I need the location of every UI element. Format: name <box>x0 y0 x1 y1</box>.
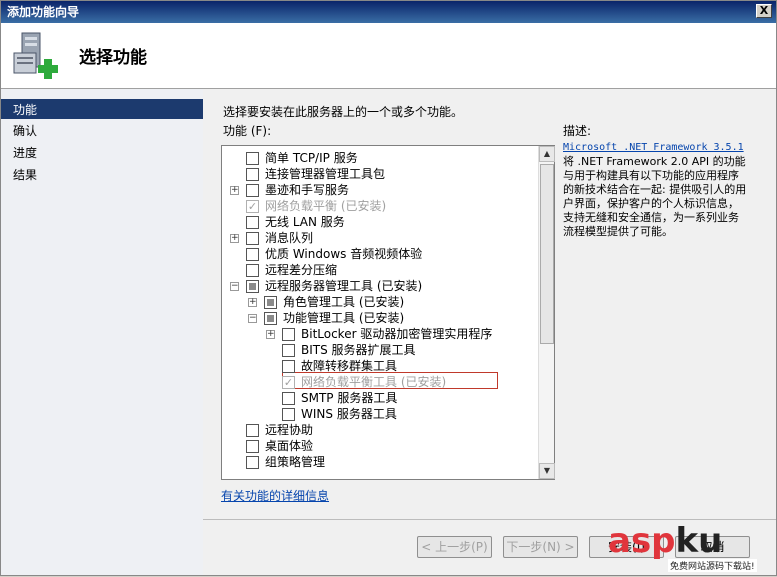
feature-label: 优质 Windows 音频视频体验 <box>265 247 423 261</box>
feature-checkbox: ✓ <box>282 376 295 389</box>
feature-row[interactable]: + 消息队列 <box>230 230 532 246</box>
more-info-link[interactable]: 有关功能的详细信息 <box>221 487 329 504</box>
feature-label: 功能管理工具 (已安装) <box>283 311 405 325</box>
feature-row[interactable]: 组策略管理 <box>230 454 532 470</box>
scroll-thumb[interactable] <box>540 164 554 344</box>
expand-icon[interactable]: + <box>230 234 239 243</box>
description-text: 将 .NET Framework 2.0 API 的功能与用于构建具有以下功能的… <box>563 155 747 238</box>
feature-checkbox[interactable] <box>246 168 259 181</box>
feature-row[interactable]: 桌面体验 <box>230 438 532 454</box>
feature-checkbox[interactable] <box>246 456 259 469</box>
feature-row[interactable]: 优质 Windows 音频视频体验 <box>230 246 532 262</box>
feature-label: 组策略管理 <box>265 455 326 469</box>
next-button[interactable]: 下一步(N) > <box>503 536 578 558</box>
feature-row[interactable]: 远程差分压缩 <box>230 262 532 278</box>
feature-checkbox[interactable] <box>282 408 295 421</box>
feature-label: 远程服务器管理工具 (已安装) <box>265 279 423 293</box>
feature-row[interactable]: ✓ 网络负载平衡 (已安装) <box>230 198 532 214</box>
feature-row[interactable]: + BitLocker 驱动器加密管理实用程序 <box>266 326 532 342</box>
features-tree[interactable]: ▲ ▼ 简单 TCP/IP 服务连接管理器管理工具包 + 墨迹和手写服务 ✓ 网络负载平… <box>221 145 555 480</box>
feature-checkbox[interactable] <box>246 184 259 197</box>
feature-checkbox[interactable] <box>246 424 259 437</box>
feature-checkbox[interactable] <box>246 152 259 165</box>
watermark-main: aspku <box>608 521 723 561</box>
feature-row[interactable]: 无线 LAN 服务 <box>230 214 532 230</box>
expand-icon[interactable]: + <box>248 298 257 307</box>
server-add-icon <box>13 32 58 79</box>
feature-row[interactable]: 故障转移群集工具 <box>266 358 532 374</box>
feature-label: SMTP 服务器工具 <box>301 391 398 405</box>
feature-label: 网络负载平衡 (已安装) <box>265 199 387 213</box>
feature-checkbox[interactable] <box>246 232 259 245</box>
feature-checkbox[interactable] <box>282 360 295 373</box>
feature-checkbox[interactable] <box>282 344 295 357</box>
watermark-logo: aspku 免费网站源码下载站! <box>608 521 777 577</box>
nav-step-confirm[interactable]: 确认 <box>1 120 203 140</box>
title-bar: 添加功能向导 X <box>1 1 776 23</box>
feature-row[interactable]: + 角色管理工具 (已安装) <box>248 294 532 310</box>
feature-checkbox[interactable] <box>246 216 259 229</box>
page-title: 选择功能 <box>79 48 147 68</box>
window-title: 添加功能向导 <box>7 5 80 19</box>
feature-row[interactable]: 简单 TCP/IP 服务 <box>230 150 532 166</box>
tree-scrollbar[interactable]: ▲ ▼ <box>538 146 555 479</box>
nav-step-progress[interactable]: 进度 <box>1 142 203 162</box>
feature-row[interactable]: − 远程服务器管理工具 (已安装) <box>230 278 532 294</box>
instruction-text: 选择要安装在此服务器上的一个或多个功能。 <box>223 105 464 119</box>
collapse-icon[interactable]: − <box>230 282 239 291</box>
feature-label: BITS 服务器扩展工具 <box>301 343 416 357</box>
scroll-down-button[interactable]: ▼ <box>539 463 555 479</box>
wizard-window: 添加功能向导 X 选择功能 功能 确认 进度 结果 选择要安装在此服务器上的一个… <box>0 0 777 576</box>
feature-row[interactable]: − 功能管理工具 (已安装) <box>248 310 532 326</box>
scroll-up-button[interactable]: ▲ <box>539 146 555 162</box>
feature-label: 简单 TCP/IP 服务 <box>265 151 358 165</box>
wizard-steps-nav: 功能 确认 进度 结果 <box>1 89 203 575</box>
feature-label: WINS 服务器工具 <box>301 407 397 421</box>
feature-checkbox[interactable] <box>246 440 259 453</box>
feature-checkbox[interactable] <box>264 296 277 309</box>
feature-label: 墨迹和手写服务 <box>265 183 350 197</box>
feature-row[interactable]: ✓ 网络负载平衡工具 (已安装) <box>266 374 532 390</box>
feature-checkbox[interactable] <box>264 312 277 325</box>
description-label: 描述: <box>563 124 592 138</box>
feature-label: 故障转移群集工具 <box>301 359 398 373</box>
feature-checkbox[interactable] <box>282 328 295 341</box>
feature-row[interactable]: 连接管理器管理工具包 <box>230 166 532 182</box>
feature-label: 消息队列 <box>265 231 314 245</box>
feature-label: 网络负载平衡工具 (已安装) <box>301 375 447 389</box>
feature-checkbox[interactable] <box>246 264 259 277</box>
feature-row[interactable]: SMTP 服务器工具 <box>266 390 532 406</box>
watermark-sub: 免费网站源码下载站! <box>668 559 757 572</box>
feature-row[interactable]: BITS 服务器扩展工具 <box>266 342 532 358</box>
feature-label: 无线 LAN 服务 <box>265 215 345 229</box>
feature-label: 角色管理工具 (已安装) <box>283 295 405 309</box>
feature-row[interactable]: WINS 服务器工具 <box>266 406 532 422</box>
feature-checkbox[interactable] <box>246 248 259 261</box>
collapse-icon[interactable]: − <box>248 314 257 323</box>
expand-icon[interactable]: + <box>230 186 239 195</box>
feature-label: BitLocker 驱动器加密管理实用程序 <box>301 327 493 341</box>
feature-label: 远程协助 <box>265 423 314 437</box>
main-content: 选择要安装在此服务器上的一个或多个功能。 功能 (F): ▲ ▼ 简单 TCP/… <box>203 89 776 519</box>
prev-button[interactable]: < 上一步(P) <box>417 536 492 558</box>
description-link[interactable]: Microsoft .NET Framework 3.5.1 <box>563 142 744 153</box>
feature-checkbox[interactable] <box>246 280 259 293</box>
nav-step-results[interactable]: 结果 <box>1 164 203 184</box>
feature-row[interactable]: + 墨迹和手写服务 <box>230 182 532 198</box>
feature-checkbox[interactable] <box>282 392 295 405</box>
nav-step-features[interactable]: 功能 <box>1 99 203 119</box>
features-label: 功能 (F): <box>223 124 272 138</box>
feature-label: 远程差分压缩 <box>265 263 338 277</box>
feature-row[interactable]: 远程协助 <box>230 422 532 438</box>
wizard-header: 选择功能 <box>1 23 776 89</box>
close-button[interactable]: X <box>756 4 772 18</box>
feature-checkbox: ✓ <box>246 200 259 213</box>
feature-label: 桌面体验 <box>265 439 314 453</box>
feature-label: 连接管理器管理工具包 <box>265 167 386 181</box>
expand-icon[interactable]: + <box>266 330 275 339</box>
